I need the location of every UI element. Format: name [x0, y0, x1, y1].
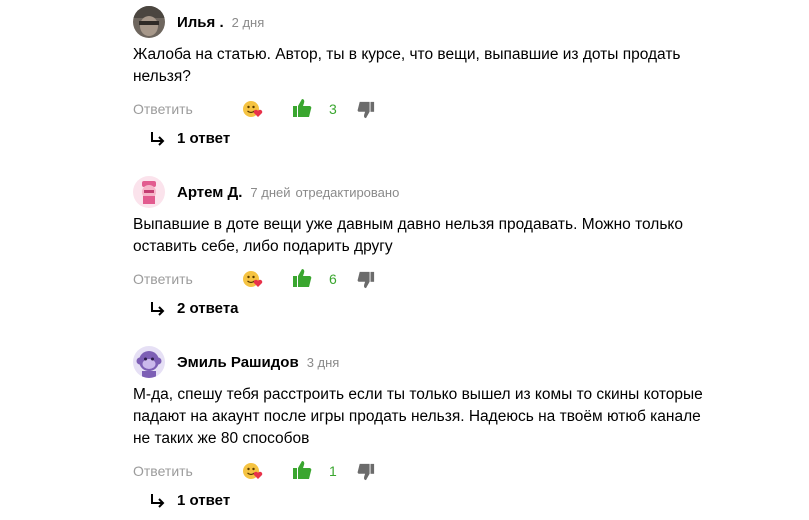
edited-label: отредактировано — [295, 184, 400, 200]
replies-count-label: 1 ответ — [177, 130, 231, 147]
comment-header: Эмиль Рашидов 3 дня — [133, 346, 773, 378]
like-thumb-up-icon[interactable] — [292, 268, 312, 288]
comment-text: Выпавшие в доте вещи уже давным давно не… — [133, 214, 773, 258]
comment-text-line: Жалоба на статью. Автор, ты в курсе, что… — [133, 46, 681, 63]
comment-text-line: оставить себе, либо подарить другу — [133, 238, 393, 255]
like-thumb-up-icon[interactable] — [292, 98, 312, 118]
reply-arrow-icon — [151, 301, 165, 316]
monkey-avatar-icon — [133, 346, 165, 378]
comment-text-line: нельзя? — [133, 68, 191, 85]
author-name[interactable]: Илья . — [177, 14, 224, 31]
likes-count: 1 — [329, 463, 337, 479]
reply-button[interactable]: Ответить — [133, 460, 193, 482]
comment-time: 2 дня — [231, 14, 265, 30]
comment: Артем Д. 7 дней отредактировано Выпавшие… — [133, 176, 773, 258]
comment: Эмиль Рашидов 3 дня М-да, спешу тебя рас… — [133, 346, 773, 450]
reaction-emoji-icon[interactable] — [242, 269, 264, 289]
author-name[interactable]: Эмиль Рашидов — [177, 354, 299, 371]
comment: Илья . 2 дня Жалоба на статью. Автор, ты… — [133, 6, 773, 88]
reply-button[interactable]: Ответить — [133, 98, 193, 120]
avatar[interactable] — [133, 176, 165, 208]
reply-arrow-icon — [151, 493, 165, 508]
cartoon-face-avatar-icon — [133, 176, 165, 208]
replies-count-label: 1 ответ — [177, 492, 231, 509]
avatar[interactable] — [133, 346, 165, 378]
comment-text-line: М-да, спешу тебя расстроить если ты толь… — [133, 386, 703, 403]
replies-toggle[interactable]: 1 ответ — [149, 492, 230, 509]
likes-count: 6 — [329, 271, 337, 287]
comment-text-line: не таких же 80 способов — [133, 430, 310, 447]
comment-actions: Ответить 1 — [133, 460, 773, 482]
comment-actions: Ответить 6 — [133, 268, 773, 290]
dislike-thumb-down-icon[interactable] — [357, 101, 375, 119]
comment-text-line: Выпавшие в доте вещи уже давным давно не… — [133, 216, 683, 233]
dislike-thumb-down-icon[interactable] — [357, 271, 375, 289]
reaction-emoji-icon[interactable] — [242, 99, 264, 119]
comment-time: 7 дней — [250, 184, 291, 200]
replies-toggle[interactable]: 2 ответа — [149, 300, 239, 317]
avatar[interactable] — [133, 6, 165, 38]
reply-button[interactable]: Ответить — [133, 268, 193, 290]
comment-text-line: падают на акаунт после игры продать нель… — [133, 408, 701, 425]
comment-actions: Ответить 3 — [133, 98, 773, 120]
comment-time: 3 дня — [306, 354, 340, 370]
comment-header: Илья . 2 дня — [133, 6, 773, 38]
replies-toggle[interactable]: 1 ответ — [149, 130, 230, 147]
author-name[interactable]: Артем Д. — [177, 184, 242, 201]
replies-count-label: 2 ответа — [177, 300, 239, 317]
reply-arrow-icon — [151, 131, 165, 146]
likes-count: 3 — [329, 101, 337, 117]
dislike-thumb-down-icon[interactable] — [357, 463, 375, 481]
comment-text: Жалоба на статью. Автор, ты в курсе, что… — [133, 44, 773, 88]
user-photo-avatar-icon — [133, 6, 165, 38]
comment-text: М-да, спешу тебя расстроить если ты толь… — [133, 384, 773, 450]
like-thumb-up-icon[interactable] — [292, 460, 312, 480]
reaction-emoji-icon[interactable] — [242, 461, 264, 481]
comment-header: Артем Д. 7 дней отредактировано — [133, 176, 773, 208]
